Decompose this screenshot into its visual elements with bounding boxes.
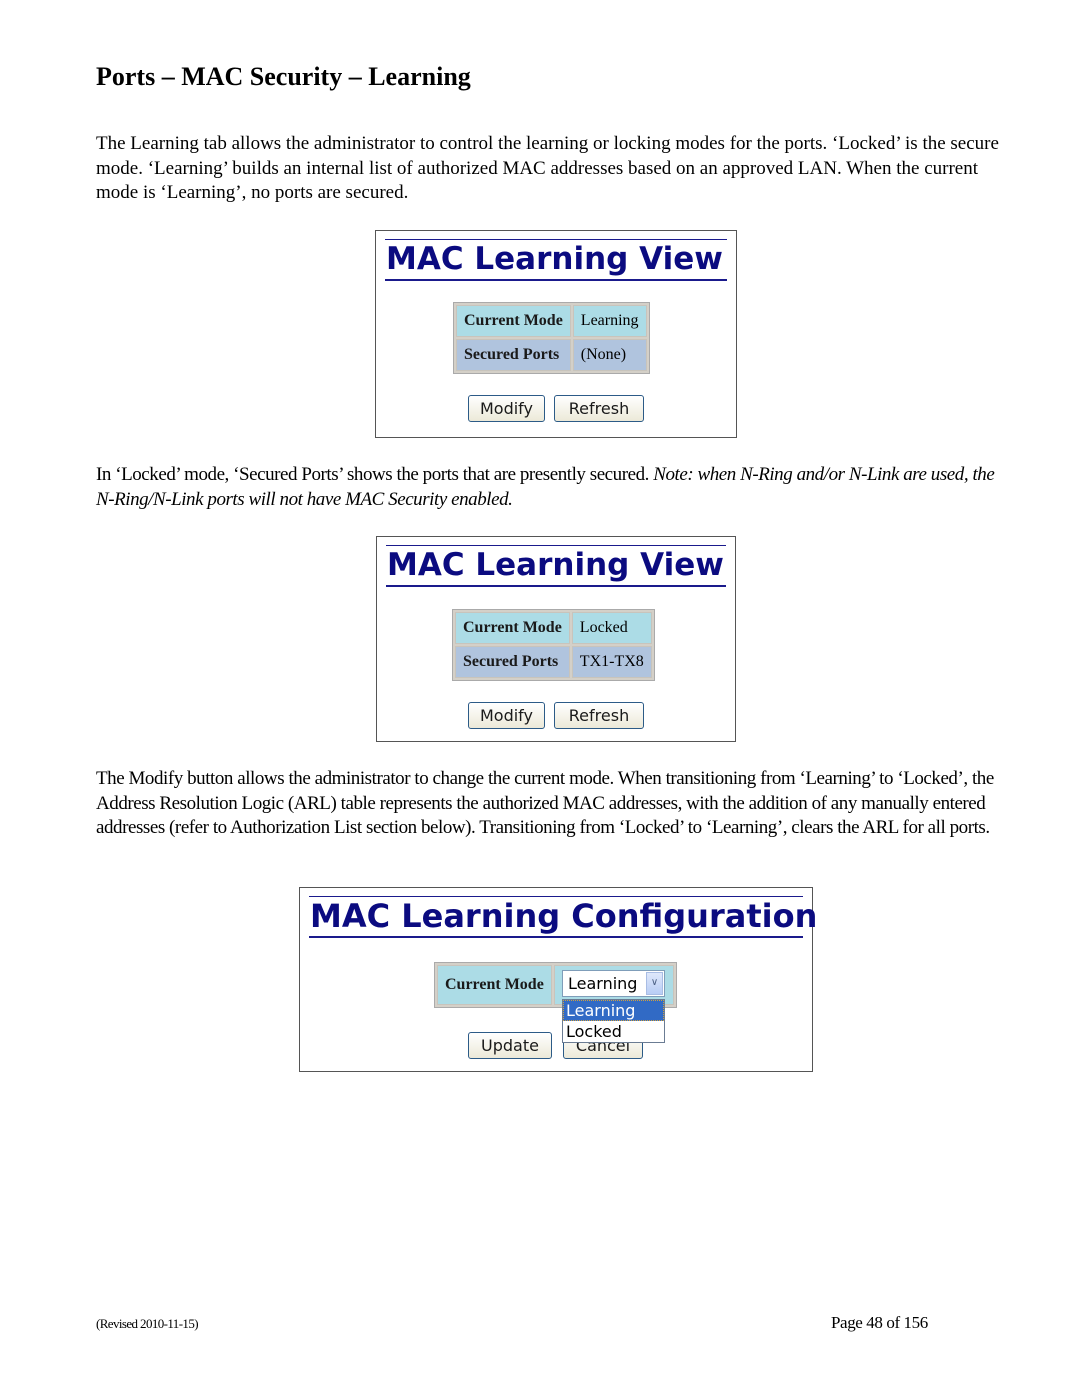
secured-ports-value: TX1-TX8 xyxy=(571,646,652,678)
chevron-down-icon[interactable]: ∨ xyxy=(646,972,663,995)
current-mode-value: Learning xyxy=(572,305,647,337)
modify-button[interactable]: Modify xyxy=(468,395,545,422)
screenshot-title: MAC Learning View xyxy=(386,545,726,587)
mac-learning-view-screenshot-locked: MAC Learning View Current Mode Locked Se… xyxy=(376,536,736,742)
current-mode-select[interactable]: Learning ∨ xyxy=(562,970,665,997)
table-row: Secured Ports (None) xyxy=(456,339,647,371)
refresh-button[interactable]: Refresh xyxy=(554,395,644,422)
mode-table: Current Mode Learning Secured Ports (Non… xyxy=(453,302,650,374)
option-learning[interactable]: Learning xyxy=(563,1000,664,1021)
page-title: Ports – MAC Security – Learning xyxy=(96,62,471,91)
table-row: Secured Ports TX1-TX8 xyxy=(455,646,652,678)
current-mode-value: Locked xyxy=(571,612,652,644)
intro-paragraph: The Learning tab allows the administrato… xyxy=(96,133,999,203)
secured-ports-value: (None) xyxy=(572,339,647,371)
table-row: Current Mode Locked xyxy=(455,612,652,644)
locked-paragraph-main: In ‘Locked’ mode, ‘Secured Ports’ shows … xyxy=(96,464,654,485)
mode-table: Current Mode Locked Secured Ports TX1-TX… xyxy=(452,609,655,681)
current-mode-label: Current Mode xyxy=(455,612,570,644)
mac-learning-configuration-screenshot: MAC Learning Configuration Current Mode … xyxy=(299,887,817,1072)
modify-paragraph: The Modify button allows the administrat… xyxy=(96,768,994,838)
current-mode-label: Current Mode xyxy=(437,965,552,1005)
revised-date: (Revised 2010-11-15) xyxy=(96,1316,199,1331)
mode-dropdown-list: Learning Locked xyxy=(562,999,665,1043)
option-locked[interactable]: Locked xyxy=(563,1021,664,1042)
secured-ports-label: Secured Ports xyxy=(456,339,571,371)
secured-ports-label: Secured Ports xyxy=(455,646,570,678)
mac-learning-view-screenshot-learning: MAC Learning View Current Mode Learning … xyxy=(375,230,737,438)
current-mode-label: Current Mode xyxy=(456,305,571,337)
modify-button[interactable]: Modify xyxy=(468,702,545,729)
table-row: Current Mode Learning xyxy=(456,305,647,337)
update-button[interactable]: Update xyxy=(468,1032,552,1059)
refresh-button[interactable]: Refresh xyxy=(554,702,644,729)
locked-paragraph: In ‘Locked’ mode, ‘Secured Ports’ shows … xyxy=(96,463,1011,512)
page-number: Page 48 of 156 xyxy=(831,1313,928,1332)
screenshot-title: MAC Learning View xyxy=(385,239,727,281)
select-value: Learning xyxy=(568,974,638,993)
screenshot-title: MAC Learning Configuration xyxy=(309,896,817,938)
